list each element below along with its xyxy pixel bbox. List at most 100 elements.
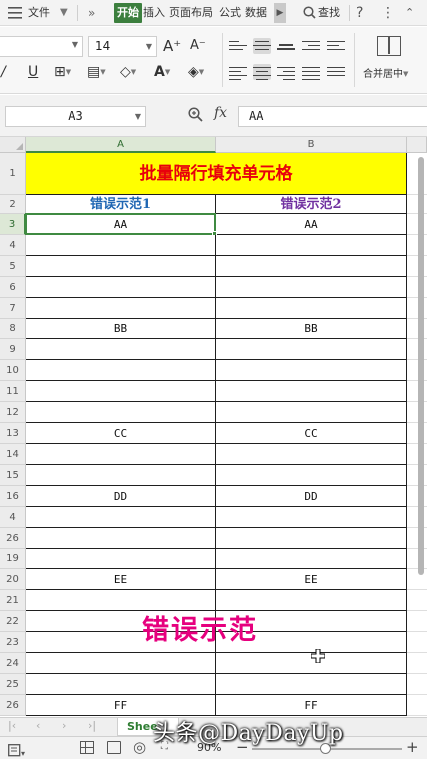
cell-a[interactable]: [26, 549, 216, 569]
grid-cell[interactable]: [407, 611, 427, 632]
chevron-down-icon[interactable]: ▼: [146, 37, 152, 56]
row-header[interactable]: 8: [0, 319, 26, 339]
grid-cell[interactable]: [407, 569, 427, 590]
cell-b[interactable]: [216, 402, 407, 423]
cell-a[interactable]: [26, 444, 216, 465]
row-header[interactable]: 23: [0, 632, 26, 653]
grid-cell[interactable]: [407, 632, 427, 653]
column-a-heading[interactable]: 错误示范1: [26, 195, 216, 214]
cell-a[interactable]: [26, 339, 216, 360]
next-sheet-icon[interactable]: ›: [62, 719, 66, 732]
fx-icon[interactable]: fx: [214, 105, 227, 121]
cell-a[interactable]: [26, 507, 216, 528]
row-header[interactable]: 26: [0, 695, 26, 716]
tab-home[interactable]: 开始: [114, 3, 142, 23]
row-header[interactable]: 13: [0, 423, 26, 444]
cell-a[interactable]: BB: [26, 319, 216, 339]
search-button[interactable]: 查找: [318, 0, 340, 26]
cell-b[interactable]: FF: [216, 695, 407, 716]
cell-b[interactable]: AA: [216, 214, 407, 235]
cell-b[interactable]: BB: [216, 319, 407, 339]
font-size-select[interactable]: 14 ▼: [88, 36, 157, 57]
row-header[interactable]: 7: [0, 298, 26, 319]
grid-cell[interactable]: [407, 402, 427, 423]
cell-b[interactable]: [216, 381, 407, 402]
prev-sheet-icon[interactable]: ‹: [36, 719, 40, 732]
cell-b[interactable]: [216, 298, 407, 319]
row-header[interactable]: 19: [0, 549, 26, 569]
chevron-down-icon[interactable]: ▼: [60, 0, 68, 26]
more-options-icon[interactable]: ⋮: [381, 0, 396, 26]
cell-b[interactable]: [216, 339, 407, 360]
column-header-c[interactable]: [407, 137, 427, 153]
select-all-corner[interactable]: [0, 137, 26, 153]
normal-view-icon[interactable]: [80, 741, 94, 754]
chevron-down-icon[interactable]: ▼: [135, 107, 141, 126]
cell-a[interactable]: CC: [26, 423, 216, 444]
cell-a[interactable]: EE: [26, 569, 216, 590]
cell-b[interactable]: [216, 360, 407, 381]
align-top-icon[interactable]: [229, 38, 247, 54]
last-sheet-icon[interactable]: ›|: [88, 719, 96, 732]
align-middle-icon[interactable]: [253, 38, 271, 54]
cell-b[interactable]: [216, 465, 407, 486]
chevron-down-icon[interactable]: ▼: [72, 40, 78, 49]
grid-cell[interactable]: [407, 235, 427, 256]
grid-cell[interactable]: [407, 695, 427, 716]
column-b-heading[interactable]: 错误示范2: [216, 195, 407, 214]
align-bottom-icon[interactable]: [277, 38, 295, 54]
row-header[interactable]: 2: [0, 195, 26, 214]
indent-decrease-icon[interactable]: [302, 38, 320, 54]
row-header[interactable]: 25: [0, 674, 26, 695]
grid-cell[interactable]: [407, 486, 427, 507]
cell-b[interactable]: EE: [216, 569, 407, 590]
row-header[interactable]: 15: [0, 465, 26, 486]
cell-a[interactable]: [26, 465, 216, 486]
cell-style-icon[interactable]: ▤▼: [87, 62, 106, 82]
justify-icon[interactable]: [302, 64, 320, 80]
cell-a[interactable]: AA: [26, 214, 216, 235]
cell-a[interactable]: [26, 402, 216, 423]
cell-a[interactable]: [26, 653, 216, 674]
cell-b[interactable]: [216, 444, 407, 465]
grid-cell[interactable]: [407, 507, 427, 528]
tab-data[interactable]: 数据: [245, 0, 267, 26]
italic-icon[interactable]: /: [1, 62, 6, 82]
tab-insert[interactable]: 插入: [143, 0, 165, 26]
grid-cell[interactable]: [407, 653, 427, 674]
grid-cell[interactable]: [407, 277, 427, 298]
row-header[interactable]: 5: [0, 256, 26, 277]
more-tabs-button[interactable]: »: [88, 0, 95, 26]
distributed-align-icon[interactable]: [327, 64, 345, 80]
cell-a[interactable]: [26, 674, 216, 695]
reading-view-icon[interactable]: ◎: [133, 738, 146, 756]
row-header[interactable]: 14: [0, 444, 26, 465]
cell-b[interactable]: [216, 674, 407, 695]
clear-format-icon[interactable]: ◈▼: [188, 62, 204, 82]
row-header[interactable]: 4: [0, 235, 26, 256]
formula-input[interactable]: AA: [238, 106, 427, 127]
align-right-icon[interactable]: [277, 64, 295, 80]
row-header[interactable]: 1: [0, 153, 26, 195]
row-header[interactable]: 21: [0, 590, 26, 611]
tab-formulas[interactable]: 公式: [219, 0, 241, 26]
grid-cell[interactable]: [407, 381, 427, 402]
font-name-select[interactable]: ▼: [0, 36, 83, 57]
column-header-a[interactable]: A: [26, 137, 216, 153]
grid-cell[interactable]: [407, 444, 427, 465]
search-icon[interactable]: [303, 0, 316, 26]
merge-center-button[interactable]: 合并居中▼: [363, 65, 408, 80]
row-header[interactable]: 4: [0, 507, 26, 528]
align-center-icon[interactable]: [253, 64, 271, 80]
row-header[interactable]: 16: [0, 486, 26, 507]
vertical-scrollbar[interactable]: [418, 157, 424, 575]
fill-color-icon[interactable]: ◇▼: [120, 62, 136, 82]
macro-record-icon[interactable]: ▾: [8, 742, 26, 759]
page-layout-view-icon[interactable]: [107, 741, 121, 754]
underline-button[interactable]: U: [28, 62, 38, 82]
grid-cell[interactable]: [407, 360, 427, 381]
collapse-ribbon-icon[interactable]: ⌃: [405, 0, 414, 26]
indent-increase-icon[interactable]: [327, 38, 345, 54]
row-header[interactable]: 3: [0, 214, 26, 235]
cell-a[interactable]: [26, 256, 216, 277]
